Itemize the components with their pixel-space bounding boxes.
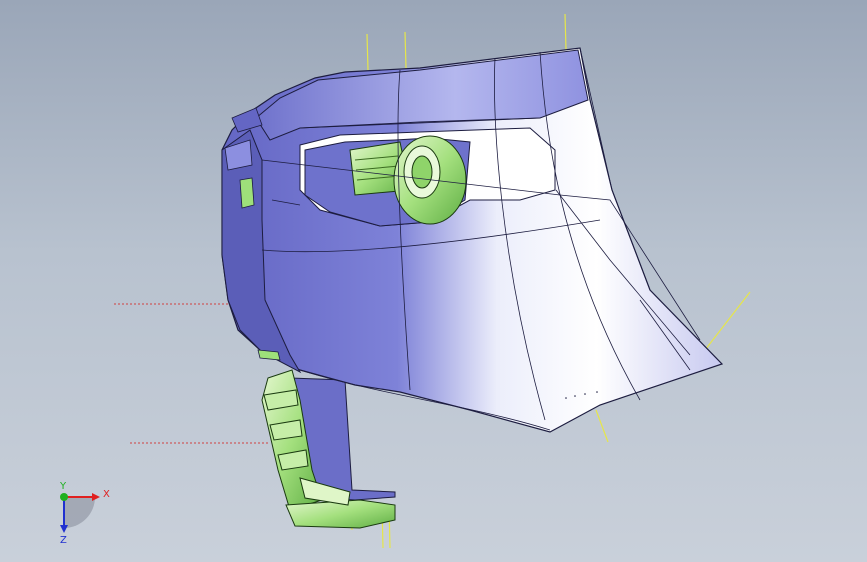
bumper-model[interactable]: [0, 0, 867, 562]
graphics-viewport[interactable]: X Y Z: [0, 0, 867, 562]
